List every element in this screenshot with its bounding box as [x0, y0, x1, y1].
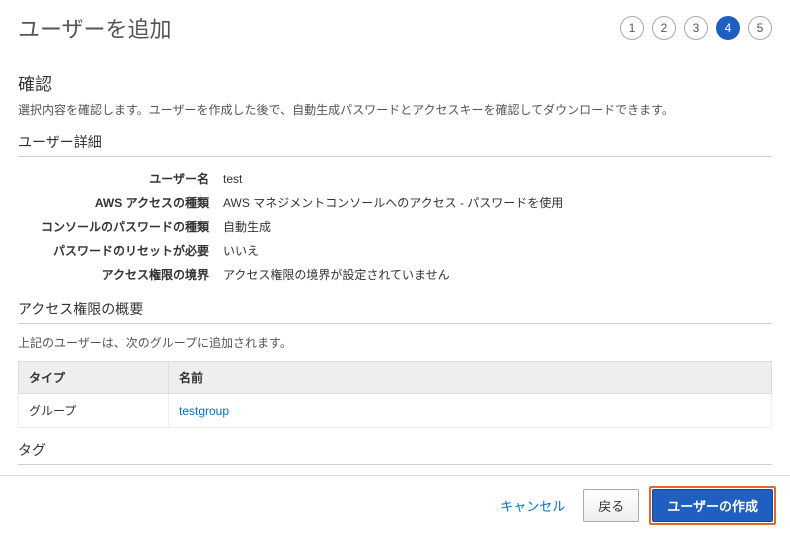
- step-4[interactable]: 4: [716, 16, 740, 40]
- step-5[interactable]: 5: [748, 16, 772, 40]
- col-type: タイプ: [19, 362, 169, 394]
- confirm-title: 確認: [18, 70, 772, 95]
- page-title: ユーザーを追加: [18, 12, 172, 44]
- group-link[interactable]: testgroup: [179, 404, 229, 418]
- label-username: ユーザー名: [28, 167, 223, 191]
- label-permissions-boundary: アクセス権限の境界: [28, 263, 223, 287]
- create-highlight: ユーザーの作成: [649, 486, 776, 525]
- permissions-desc: 上記のユーザーは、次のグループに追加されます。: [18, 334, 772, 351]
- cancel-button[interactable]: キャンセル: [492, 490, 573, 521]
- value-permissions-boundary: アクセス権限の境界が設定されていません: [223, 263, 563, 287]
- create-user-button[interactable]: ユーザーの作成: [652, 489, 773, 522]
- permissions-table: タイプ 名前 グループ testgroup: [18, 361, 772, 428]
- step-1[interactable]: 1: [620, 16, 644, 40]
- back-button[interactable]: 戻る: [583, 489, 639, 522]
- table-row: グループ testgroup: [19, 394, 772, 428]
- label-reset-required: パスワードのリセットが必要: [28, 239, 223, 263]
- user-details-table: ユーザー名 test AWS アクセスの種類 AWS マネジメントコンソールへの…: [28, 167, 563, 287]
- label-access-type: AWS アクセスの種類: [28, 191, 223, 215]
- step-3[interactable]: 3: [684, 16, 708, 40]
- footer: キャンセル 戻る ユーザーの作成: [0, 475, 790, 535]
- value-console-pw-type: 自動生成: [223, 215, 563, 239]
- col-name: 名前: [169, 362, 772, 394]
- wizard-steps: 1 2 3 4 5: [620, 16, 772, 40]
- step-2[interactable]: 2: [652, 16, 676, 40]
- cell-type: グループ: [19, 394, 169, 428]
- value-access-type: AWS マネジメントコンソールへのアクセス - パスワードを使用: [223, 191, 563, 215]
- tags-heading: タグ: [18, 440, 772, 465]
- confirm-desc: 選択内容を確認します。ユーザーを作成した後で、自動生成パスワードとアクセスキーを…: [18, 101, 772, 118]
- value-username: test: [223, 167, 563, 191]
- value-reset-required: いいえ: [223, 239, 563, 263]
- label-console-pw-type: コンソールのパスワードの種類: [28, 215, 223, 239]
- permissions-heading: アクセス権限の概要: [18, 299, 772, 324]
- user-details-heading: ユーザー詳細: [18, 132, 772, 157]
